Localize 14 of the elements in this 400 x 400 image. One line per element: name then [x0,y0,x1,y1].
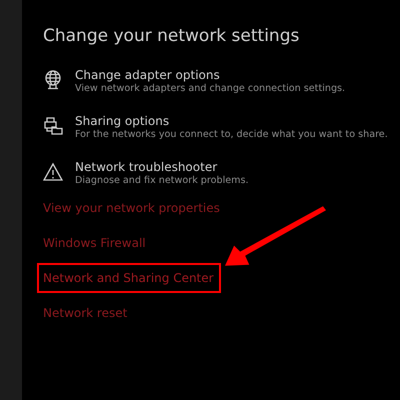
warning-icon [43,162,63,182]
option-description: View network adapters and change connection settings. [75,83,346,94]
section-heading: Change your network settings [43,26,300,46]
printer-folder-icon [43,116,63,136]
option-description: For the networks you connect to, decide what you want to share. [75,129,388,140]
settings-link[interactable]: Network and Sharing Center [37,262,221,292]
option-link[interactable]: Network troubleshooter [75,160,249,174]
settings-link[interactable]: View your network properties [43,200,220,214]
option-link[interactable]: Change adapter options [75,68,346,82]
globe-monitor-icon [43,70,63,90]
option-link[interactable]: Sharing options [75,114,388,128]
settings-link[interactable]: Windows Firewall [43,236,146,250]
option-description: Diagnose and fix network problems. [75,175,249,186]
settings-link[interactable]: Network reset [43,306,128,320]
